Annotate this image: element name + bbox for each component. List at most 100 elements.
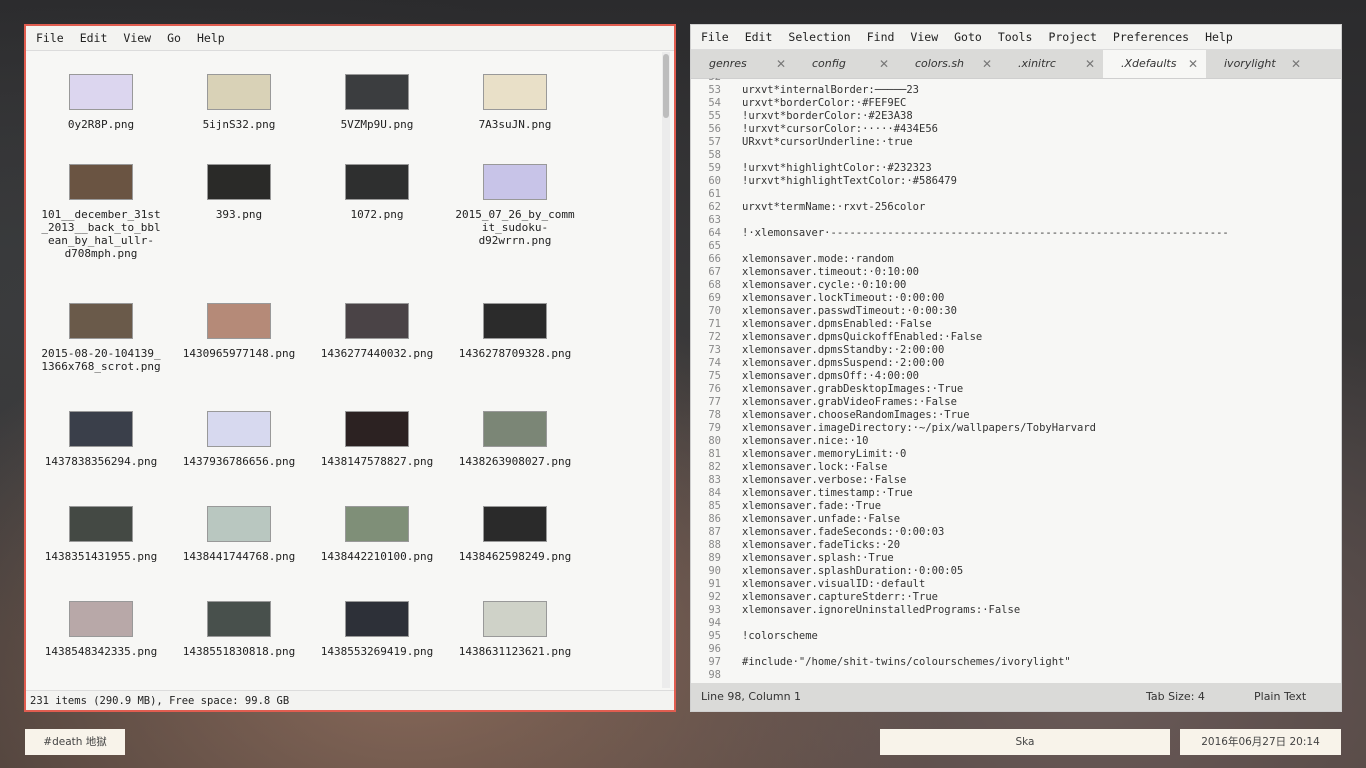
file-item[interactable]: 1437838356294.png: [32, 411, 170, 468]
close-icon[interactable]: ✕: [1188, 50, 1198, 78]
file-item[interactable]: 1438553269419.png: [308, 601, 446, 658]
fm-menu-go[interactable]: Go: [159, 31, 189, 45]
editor-tab[interactable]: .xinitrc ✕: [1000, 50, 1103, 78]
close-icon[interactable]: ✕: [982, 50, 992, 78]
file-item[interactable]: 1438147578827.png: [308, 411, 446, 468]
editor-tab[interactable]: colors.sh ✕: [897, 50, 1000, 78]
file-name: 1438441744768.png: [182, 550, 296, 563]
file-item[interactable]: 1438442210100.png: [308, 506, 446, 563]
file-thumbnail: [483, 601, 547, 637]
file-item[interactable]: 0y2R8P.png: [32, 74, 170, 131]
ed-menu-view[interactable]: View: [902, 30, 946, 44]
line-text: xlemonsaver.fadeTicks:·20: [742, 539, 901, 551]
file-item[interactable]: 1438548342335.png: [32, 601, 170, 658]
file-item[interactable]: 1437936786656.png: [170, 411, 308, 468]
file-name: 5ijnS32.png: [202, 118, 276, 131]
code-line: 73 xlemonsaver.dpmsStandby:·2:00:00: [691, 344, 944, 357]
ed-menu-help[interactable]: Help: [1197, 30, 1241, 44]
line-number: 76: [708, 383, 721, 395]
file-name: 2015-08-20-104139_ 1366x768_scrot.png: [41, 347, 161, 373]
file-item[interactable]: 1438441744768.png: [170, 506, 308, 563]
file-name: 1436278709328.png: [458, 347, 572, 360]
file-item[interactable]: 1438351431955.png: [32, 506, 170, 563]
code-line: 59 !urxvt*highlightColor:·#232323: [691, 162, 931, 175]
ed-menu-find[interactable]: Find: [859, 30, 903, 44]
file-item[interactable]: 5VZMp9U.png: [308, 74, 446, 131]
fm-scrollbar-thumb[interactable]: [663, 54, 669, 118]
editor-tab[interactable]: genres ✕: [691, 50, 794, 78]
ed-menu-edit[interactable]: Edit: [737, 30, 781, 44]
file-item[interactable]: 1436277440032.png: [308, 303, 446, 360]
file-thumbnail: [345, 601, 409, 637]
file-name: 1438462598249.png: [458, 550, 572, 563]
file-item[interactable]: 1438551830818.png: [170, 601, 308, 658]
file-item[interactable]: 1438263908027.png: [446, 411, 584, 468]
line-number: 86: [708, 513, 721, 525]
line-number: 87: [708, 526, 721, 538]
file-item[interactable]: 1436278709328.png: [446, 303, 584, 360]
file-item[interactable]: 1430965977148.png: [170, 303, 308, 360]
file-thumbnail: [207, 74, 271, 110]
file-name: 1072.png: [350, 208, 404, 221]
file-thumbnail: [207, 164, 271, 200]
file-item[interactable]: 393.png: [170, 164, 308, 221]
close-icon[interactable]: ✕: [1085, 50, 1095, 78]
window-title: Ska: [880, 729, 1170, 755]
close-icon[interactable]: ✕: [1291, 50, 1301, 78]
line-number: 97: [708, 656, 721, 668]
line-number: 55: [708, 110, 721, 122]
ed-menu-tools[interactable]: Tools: [990, 30, 1041, 44]
code-line: 75 xlemonsaver.dpmsOff:·4:00:00: [691, 370, 919, 383]
code-line: 90 xlemonsaver.splashDuration:·0:00:05: [691, 565, 963, 578]
line-text: xlemonsaver.fadeSeconds:·0:00:03: [742, 526, 945, 538]
code-line: 71 xlemonsaver.dpmsEnabled:·False: [691, 318, 931, 331]
file-item[interactable]: 1438631123621.png: [446, 601, 584, 658]
line-number: 65: [708, 240, 721, 252]
code-line: 58: [691, 149, 721, 162]
file-item[interactable]: 5ijnS32.png: [170, 74, 308, 131]
fm-scrollbar[interactable]: [662, 52, 670, 688]
code-line: 91 xlemonsaver.visualID:·default: [691, 578, 925, 591]
file-name: 1438553269419.png: [320, 645, 434, 658]
fm-menu-help[interactable]: Help: [189, 31, 233, 45]
ed-menu-file[interactable]: File: [693, 30, 737, 44]
line-text: xlemonsaver.fade:·True: [742, 500, 882, 512]
line-number: 77: [708, 396, 721, 408]
ed-menu-preferences[interactable]: Preferences: [1105, 30, 1197, 44]
code-line: 77 xlemonsaver.grabVideoFrames:·False: [691, 396, 957, 409]
line-text: !urxvt*highlightTextColor:·#586479: [742, 175, 957, 187]
line-number: 88: [708, 539, 721, 551]
file-name: 7A3suJN.png: [478, 118, 552, 131]
line-number: 61: [708, 188, 721, 200]
file-item[interactable]: 7A3suJN.png: [446, 74, 584, 131]
workspace-indicator[interactable]: #death 地獄: [25, 729, 125, 755]
ed-menu-goto[interactable]: Goto: [946, 30, 990, 44]
tab-size[interactable]: Tab Size: 4: [1146, 683, 1205, 711]
line-number: 74: [708, 357, 721, 369]
file-item[interactable]: 2015-08-20-104139_ 1366x768_scrot.png: [32, 303, 170, 373]
code-line: 95 !colorscheme: [691, 630, 818, 643]
close-icon[interactable]: ✕: [776, 50, 786, 78]
syntax-mode[interactable]: Plain Text: [1254, 683, 1306, 711]
file-item[interactable]: 1438462598249.png: [446, 506, 584, 563]
file-name: 2015_07_26_by_comm it_sudoku- d92wrrn.pn…: [455, 208, 575, 247]
fm-menu-file[interactable]: File: [26, 31, 72, 45]
line-text: xlemonsaver.timeout:·0:10:00: [742, 266, 920, 278]
editor-tab[interactable]: ivorylight ✕: [1206, 50, 1309, 78]
line-text: xlemonsaver.verbose:·False: [742, 474, 907, 486]
code-line: 78 xlemonsaver.chooseRandomImages:·True: [691, 409, 969, 422]
editor-tab[interactable]: config ✕: [794, 50, 897, 78]
fm-menu-edit[interactable]: Edit: [72, 31, 116, 45]
ed-menu-project[interactable]: Project: [1040, 30, 1104, 44]
file-item[interactable]: 1072.png: [308, 164, 446, 221]
file-item[interactable]: 2015_07_26_by_comm it_sudoku- d92wrrn.pn…: [446, 164, 584, 247]
close-icon[interactable]: ✕: [879, 50, 889, 78]
code-area[interactable]: 5253urxvt*internalBorder:─────2354urxvt*…: [691, 78, 1341, 686]
line-text: xlemonsaver.grabDesktopImages:·True: [742, 383, 964, 395]
ed-menu-selection[interactable]: Selection: [780, 30, 858, 44]
fm-menu-view[interactable]: View: [115, 31, 159, 45]
file-item[interactable]: 101__december_31st _2013__back_to_bbl ea…: [32, 164, 170, 260]
editor-tab[interactable]: .Xdefaults ✕: [1103, 50, 1206, 78]
line-number: 94: [708, 617, 721, 629]
code-line: 60 !urxvt*highlightTextColor:·#586479: [691, 175, 957, 188]
